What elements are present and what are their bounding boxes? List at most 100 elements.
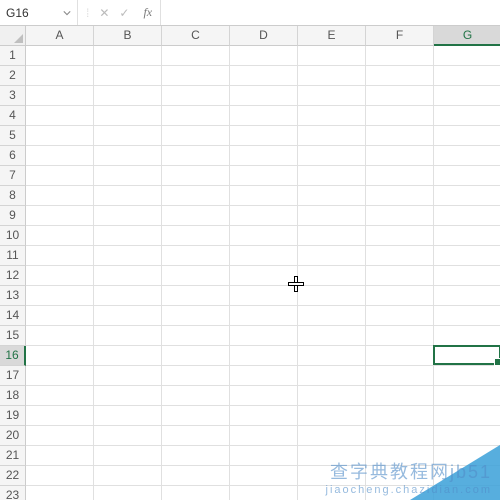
cell[interactable]	[230, 46, 298, 66]
row-header-5[interactable]: 5	[0, 126, 26, 146]
cell[interactable]	[298, 446, 366, 466]
cell[interactable]	[94, 146, 162, 166]
cell[interactable]	[366, 466, 434, 486]
cell[interactable]	[26, 266, 94, 286]
cell[interactable]	[162, 206, 230, 226]
cell[interactable]	[162, 246, 230, 266]
cell[interactable]	[298, 326, 366, 346]
column-header-G[interactable]: G	[434, 26, 500, 46]
cell[interactable]	[434, 366, 500, 386]
cell[interactable]	[94, 246, 162, 266]
cell[interactable]	[434, 86, 500, 106]
cell[interactable]	[230, 246, 298, 266]
cell[interactable]	[162, 486, 230, 500]
cell[interactable]	[162, 86, 230, 106]
cell[interactable]	[26, 66, 94, 86]
row-header-7[interactable]: 7	[0, 166, 26, 186]
column-header-F[interactable]: F	[366, 26, 434, 46]
row-header-8[interactable]: 8	[0, 186, 26, 206]
cell[interactable]	[366, 86, 434, 106]
cell[interactable]	[94, 406, 162, 426]
cell[interactable]	[298, 166, 366, 186]
cell[interactable]	[230, 286, 298, 306]
cell[interactable]	[230, 466, 298, 486]
cell[interactable]	[94, 126, 162, 146]
cell[interactable]	[434, 306, 500, 326]
cell[interactable]	[230, 406, 298, 426]
cell[interactable]	[434, 426, 500, 446]
cell[interactable]	[230, 66, 298, 86]
cell[interactable]	[230, 186, 298, 206]
cell[interactable]	[366, 286, 434, 306]
cell[interactable]	[366, 146, 434, 166]
row-header-10[interactable]: 10	[0, 226, 26, 246]
cell[interactable]	[366, 266, 434, 286]
confirm-icon[interactable]: ✓	[119, 6, 129, 20]
cell[interactable]	[366, 246, 434, 266]
cell[interactable]	[230, 426, 298, 446]
cell[interactable]	[162, 386, 230, 406]
cell[interactable]	[94, 106, 162, 126]
cell[interactable]	[298, 406, 366, 426]
cell[interactable]	[94, 486, 162, 500]
cell[interactable]	[434, 486, 500, 500]
cell[interactable]	[366, 306, 434, 326]
cell[interactable]	[366, 166, 434, 186]
cell[interactable]	[366, 226, 434, 246]
fx-icon[interactable]: fx	[139, 5, 152, 20]
cell[interactable]	[26, 486, 94, 500]
column-header-E[interactable]: E	[298, 26, 366, 46]
cell[interactable]	[298, 426, 366, 446]
row-header-18[interactable]: 18	[0, 386, 26, 406]
cell[interactable]	[366, 346, 434, 366]
cell[interactable]	[230, 106, 298, 126]
row-header-15[interactable]: 15	[0, 326, 26, 346]
cell[interactable]	[94, 386, 162, 406]
cell[interactable]	[230, 266, 298, 286]
cell[interactable]	[230, 346, 298, 366]
cells-area[interactable]	[26, 46, 500, 500]
cell[interactable]	[94, 426, 162, 446]
cell[interactable]	[434, 266, 500, 286]
cell[interactable]	[298, 126, 366, 146]
cell[interactable]	[434, 226, 500, 246]
cell[interactable]	[162, 126, 230, 146]
row-header-9[interactable]: 9	[0, 206, 26, 226]
cell[interactable]	[434, 346, 500, 366]
cell[interactable]	[162, 306, 230, 326]
row-header-1[interactable]: 1	[0, 46, 26, 66]
cell[interactable]	[298, 46, 366, 66]
row-header-16[interactable]: 16	[0, 346, 26, 366]
column-header-C[interactable]: C	[162, 26, 230, 46]
cell[interactable]	[230, 446, 298, 466]
cell[interactable]	[298, 66, 366, 86]
cell[interactable]	[94, 466, 162, 486]
cell[interactable]	[26, 166, 94, 186]
cell[interactable]	[230, 126, 298, 146]
cell[interactable]	[298, 366, 366, 386]
cell[interactable]	[230, 386, 298, 406]
row-header-4[interactable]: 4	[0, 106, 26, 126]
cell[interactable]	[298, 206, 366, 226]
cell[interactable]	[298, 386, 366, 406]
cell[interactable]	[434, 466, 500, 486]
cell[interactable]	[298, 266, 366, 286]
cell[interactable]	[366, 386, 434, 406]
cell[interactable]	[434, 186, 500, 206]
cell[interactable]	[434, 166, 500, 186]
cell[interactable]	[26, 86, 94, 106]
cell[interactable]	[366, 446, 434, 466]
cell[interactable]	[366, 326, 434, 346]
cell[interactable]	[26, 326, 94, 346]
cell[interactable]	[298, 346, 366, 366]
cell[interactable]	[26, 246, 94, 266]
cell[interactable]	[162, 166, 230, 186]
cell[interactable]	[434, 146, 500, 166]
cell[interactable]	[298, 226, 366, 246]
cell[interactable]	[434, 106, 500, 126]
cell[interactable]	[298, 286, 366, 306]
name-box[interactable]: G16	[0, 0, 78, 25]
cell[interactable]	[298, 246, 366, 266]
cell[interactable]	[26, 146, 94, 166]
cell[interactable]	[366, 206, 434, 226]
